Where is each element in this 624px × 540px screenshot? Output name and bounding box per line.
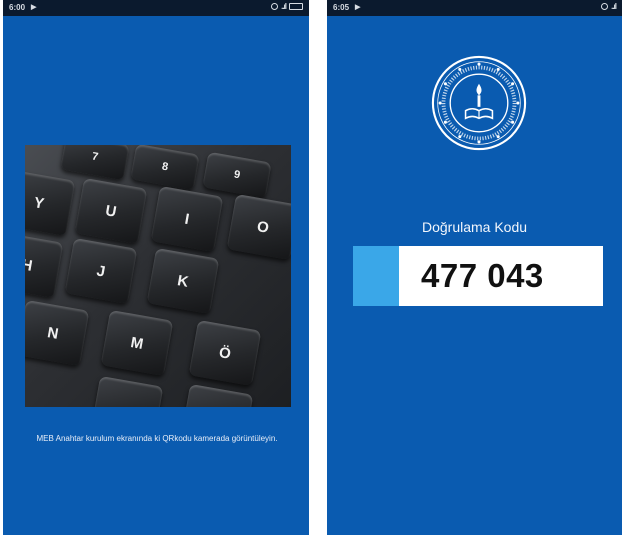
keyboard-key [180,383,254,407]
verification-code-value: 477 043 [421,257,544,294]
battery-icon [289,3,303,10]
status-bar: 6:00 ▶ ..ıl [3,0,309,16]
media-play-icon: ▶ [31,4,37,11]
keyboard-key: J [64,237,138,305]
code-accent-bar [353,246,399,306]
status-right-icons: ..ıl [271,2,303,11]
keyboard-key: K [146,247,220,315]
verification-code-screen: 6:05 ▶ ..ıl Doğrulama Kodu 477 043 [327,0,622,535]
alarm-icon [271,3,279,10]
status-time: 6:05 [333,3,350,12]
keyboard-key: M [100,309,174,377]
keyboard-key: U [74,177,148,245]
verification-code-label: Doğrulama Kodu [421,219,528,235]
status-right-icons: ..ıl [601,2,617,11]
keyboard-key: I [150,185,224,253]
keyboard-key: 8 [130,145,200,191]
scan-instruction: MEB Anahtar kurulum ekranında ki QRkodu … [36,434,278,443]
verification-code-box: 477 043 [353,246,603,306]
signal-icon: ..ıl [611,2,617,11]
media-play-icon: ▶ [355,4,361,11]
alarm-icon [601,3,609,10]
keyboard-key: O [226,193,291,261]
signal-icon: ..ıl [281,2,287,11]
qr-scan-screen: 6:00 ▶ ..ıl 7 8 9 Y U I O H J K N M Ö ME… [3,0,309,535]
ministry-emblem-icon [431,55,527,151]
status-time: 6:00 [9,3,26,12]
status-bar: 6:05 ▶ ..ıl [327,0,622,16]
keyboard-key: 9 [202,151,272,199]
keyboard-key [90,375,164,407]
keyboard-key: Y [25,169,76,237]
keyboard-key: Ö [188,319,262,387]
keyboard-key: N [25,299,90,367]
keyboard-key: 7 [60,145,130,181]
camera-preview[interactable]: 7 8 9 Y U I O H J K N M Ö [25,145,291,407]
keyboard-key: H [25,231,64,299]
